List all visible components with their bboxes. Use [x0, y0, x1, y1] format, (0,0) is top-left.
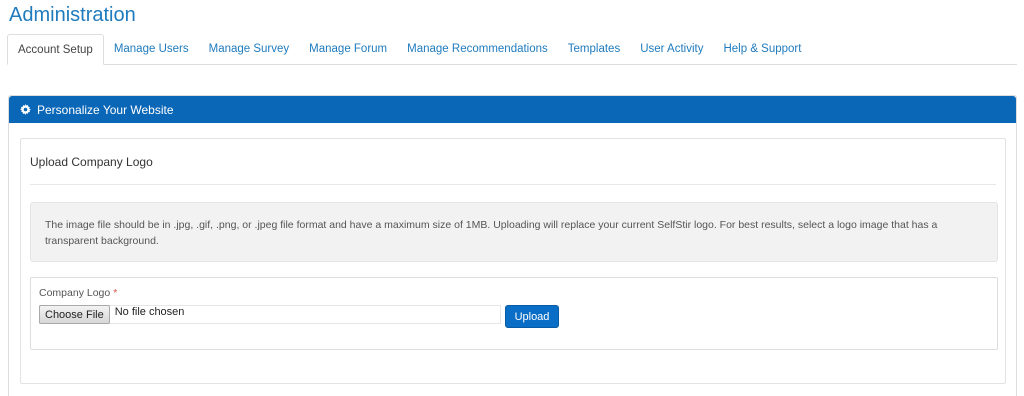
tab-manage-forum[interactable]: Manage Forum	[299, 34, 397, 64]
choose-file-button[interactable]: Choose File	[39, 305, 110, 324]
gear-icon	[19, 104, 31, 116]
required-marker: *	[113, 287, 118, 299]
tab-user-activity[interactable]: User Activity	[630, 34, 713, 64]
panel-header: Personalize Your Website	[9, 96, 1016, 123]
page-title: Administration	[9, 4, 136, 26]
tab-manage-recommendations[interactable]: Manage Recommendations	[397, 34, 558, 64]
admin-tabs: Account Setup Manage Users Manage Survey…	[7, 34, 1017, 65]
upload-instructions: The image file should be in .jpg, .gif, …	[30, 202, 998, 262]
panel-title: Personalize Your Website	[37, 102, 174, 117]
tab-help-support[interactable]: Help & Support	[713, 34, 811, 64]
section-title: Upload Company Logo	[30, 155, 153, 169]
file-status-text: No file chosen	[114, 305, 185, 318]
tab-manage-survey[interactable]: Manage Survey	[199, 34, 300, 64]
tab-templates[interactable]: Templates	[558, 34, 630, 64]
tab-manage-users[interactable]: Manage Users	[104, 34, 199, 64]
company-logo-label-text: Company Logo	[39, 287, 111, 299]
company-logo-label: Company Logo *	[39, 287, 117, 299]
section-divider	[30, 184, 996, 185]
upload-logo-card: Upload Company Logo The image file shoul…	[20, 138, 1006, 384]
personalize-panel: Personalize Your Website Upload Company …	[8, 95, 1017, 396]
logo-form: Company Logo * Choose File No file chosen…	[30, 277, 998, 350]
company-logo-file-input[interactable]: Choose File No file chosen	[39, 305, 501, 324]
upload-button[interactable]: Upload	[505, 305, 559, 328]
tab-account-setup[interactable]: Account Setup	[7, 34, 104, 65]
